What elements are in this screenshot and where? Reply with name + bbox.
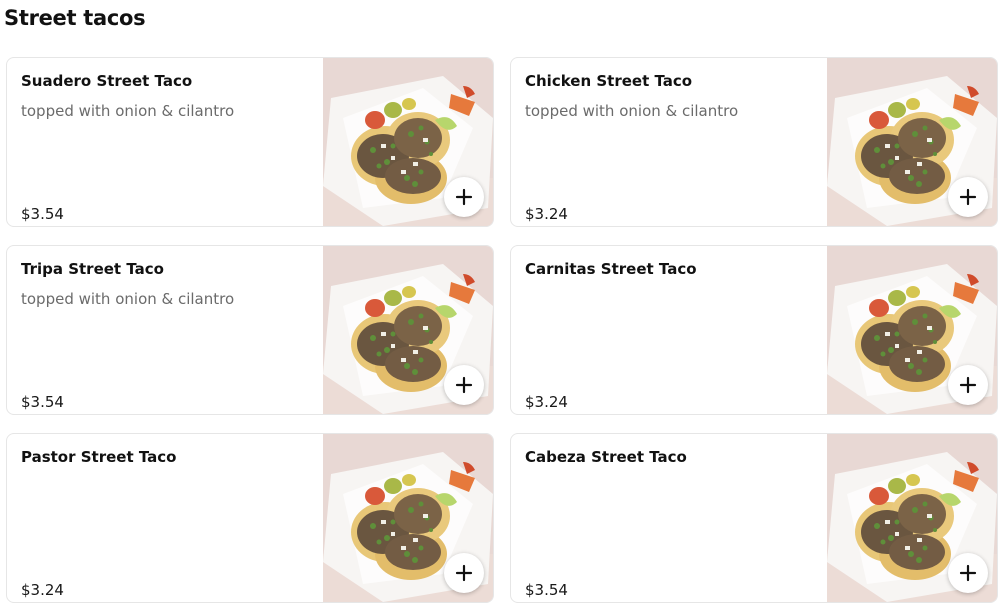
menu-item-text: Carnitas Street Taco $3.24 [525,260,813,414]
plus-icon [959,376,977,394]
menu-item-price: $3.54 [21,205,64,223]
menu-item-description: topped with onion & cilantro [525,102,739,120]
menu-item-description: topped with onion & cilantro [21,290,235,308]
menu-item-price: $3.24 [525,393,568,411]
menu-item-name: Carnitas Street Taco [525,260,697,278]
menu-item-text: Tripa Street Taco topped with onion & ci… [21,260,309,414]
menu-item-name: Cabeza Street Taco [525,448,687,466]
add-to-cart-button[interactable] [444,177,484,217]
menu-item-name: Tripa Street Taco [21,260,164,278]
section-title: Street tacos [4,6,146,30]
add-to-cart-button[interactable] [948,177,988,217]
menu-item-description: topped with onion & cilantro [21,102,235,120]
add-to-cart-button[interactable] [444,365,484,405]
menu-item-text: Cabeza Street Taco $3.54 [525,448,813,602]
menu-item-card[interactable]: Pastor Street Taco $3.24 [6,433,494,603]
menu-item-text: Suadero Street Taco topped with onion & … [21,72,309,226]
menu-item-price: $3.24 [21,581,64,599]
menu-item-name: Chicken Street Taco [525,72,693,90]
menu-item-name: Pastor Street Taco [21,448,177,466]
menu-item-price: $3.54 [21,393,64,411]
add-to-cart-button[interactable] [444,553,484,593]
menu-items-grid: Suadero Street Taco topped with onion & … [6,57,998,603]
plus-icon [455,564,473,582]
plus-icon [959,188,977,206]
plus-icon [455,376,473,394]
menu-item-card[interactable]: Chicken Street Taco topped with onion & … [510,57,998,227]
menu-item-text: Pastor Street Taco $3.24 [21,448,309,602]
menu-item-price: $3.24 [525,205,568,223]
menu-item-card[interactable]: Tripa Street Taco topped with onion & ci… [6,245,494,415]
menu-item-name: Suadero Street Taco [21,72,193,90]
add-to-cart-button[interactable] [948,553,988,593]
plus-icon [959,564,977,582]
menu-item-text: Chicken Street Taco topped with onion & … [525,72,813,226]
plus-icon [455,188,473,206]
menu-item-card[interactable]: Cabeza Street Taco $3.54 [510,433,998,603]
menu-item-card[interactable]: Carnitas Street Taco $3.24 [510,245,998,415]
menu-item-price: $3.54 [525,581,568,599]
add-to-cart-button[interactable] [948,365,988,405]
menu-item-card[interactable]: Suadero Street Taco topped with onion & … [6,57,494,227]
